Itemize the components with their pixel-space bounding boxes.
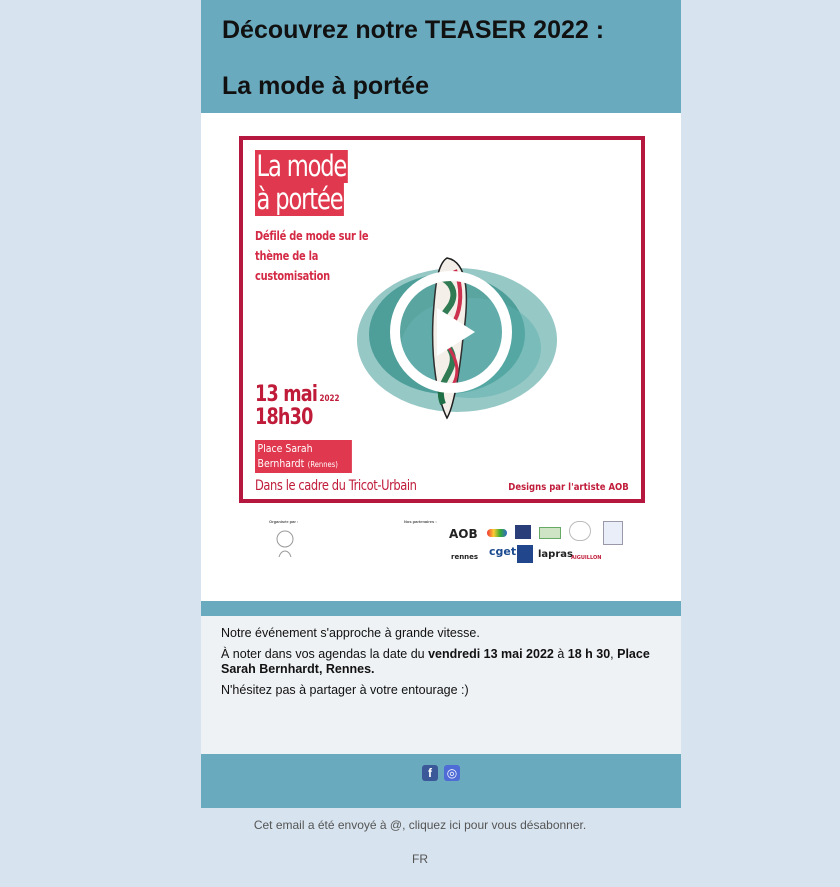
email-header: Découvrez notre TEASER 2022 : La mode à … [201, 0, 681, 113]
poster-time: 18h30 [255, 405, 313, 430]
poster-title: La mode à portée [255, 150, 374, 216]
poster-place-city: (Rennes) [307, 460, 338, 469]
poster-place-name: Place Sarah Bernhardt [257, 442, 313, 470]
play-icon[interactable] [389, 270, 513, 394]
event-date: vendredi 13 mai 2022 [428, 647, 554, 661]
message-line-3: N'hésitez pas à partager à votre entoura… [221, 683, 469, 697]
message-line-2: À noter dans vos agendas la date du vend… [221, 647, 650, 676]
email-subtitle: La mode à portée [222, 72, 429, 100]
language-link[interactable]: FR [0, 852, 840, 866]
unsubscribe-link[interactable]: Cet email a été envoyé à @, cliquez ici … [0, 818, 840, 832]
organiser-logo-icon [276, 530, 294, 558]
partner-logo-aiguillon: AIGUILLON [571, 555, 602, 561]
partner-logo-color-icon [487, 529, 507, 537]
poster-date-block: 13 mai 2022 18h30 [255, 382, 361, 430]
partner-logo-lapras: lapras [538, 549, 573, 560]
partner-logo-flag-icon [603, 521, 623, 545]
social-band: f ◎ [201, 754, 681, 808]
partner-logo-aob: AOB [449, 527, 478, 541]
divider-band [201, 601, 681, 616]
poster-designs-credit: Designs par l'artiste AOB [508, 482, 629, 493]
organised-by-label: Organisée par : [269, 519, 299, 524]
poster-date: 13 mai 2022 [255, 382, 340, 407]
poster-title-line-1: La mode [255, 149, 348, 183]
partners-label: Nos partenaires : [404, 519, 437, 524]
poster-place: Place Sarah Bernhardt (Rennes) [255, 440, 352, 473]
partner-logo-republique-icon [517, 545, 533, 563]
message-body: Notre événement s'approche à grande vite… [201, 616, 681, 754]
message-line-1: Notre événement s'approche à grande vite… [221, 626, 480, 640]
partner-logo-square-icon [515, 525, 531, 539]
social-icons: f ◎ [422, 765, 460, 781]
video-section: La mode à portée Défilé de mode sur le t… [201, 113, 681, 601]
partner-logo-cget: cget [489, 545, 517, 558]
event-poster[interactable]: La mode à portée Défilé de mode sur le t… [239, 136, 645, 503]
email-title: Découvrez notre TEASER 2022 : [222, 16, 605, 44]
poster-framework: Dans le cadre du Tricot-Urbain [255, 478, 417, 494]
email-container: Découvrez notre TEASER 2022 : La mode à … [201, 0, 681, 808]
instagram-icon[interactable]: ◎ [444, 765, 460, 781]
email-footer: Cet email a été envoyé à @, cliquez ici … [0, 818, 840, 866]
poster-title-line-2: à portée [255, 182, 345, 216]
partner-logos: Organisée par : Nos partenaires : AOB re… [239, 505, 645, 565]
partner-logo-mjc-icon [539, 527, 561, 539]
partner-logo-circle-icon [569, 521, 591, 541]
event-time: 18 h 30 [567, 647, 611, 661]
partner-logo-rennes: rennes [451, 553, 479, 561]
facebook-icon[interactable]: f [422, 765, 438, 781]
poster-year: 2022 [319, 394, 340, 404]
